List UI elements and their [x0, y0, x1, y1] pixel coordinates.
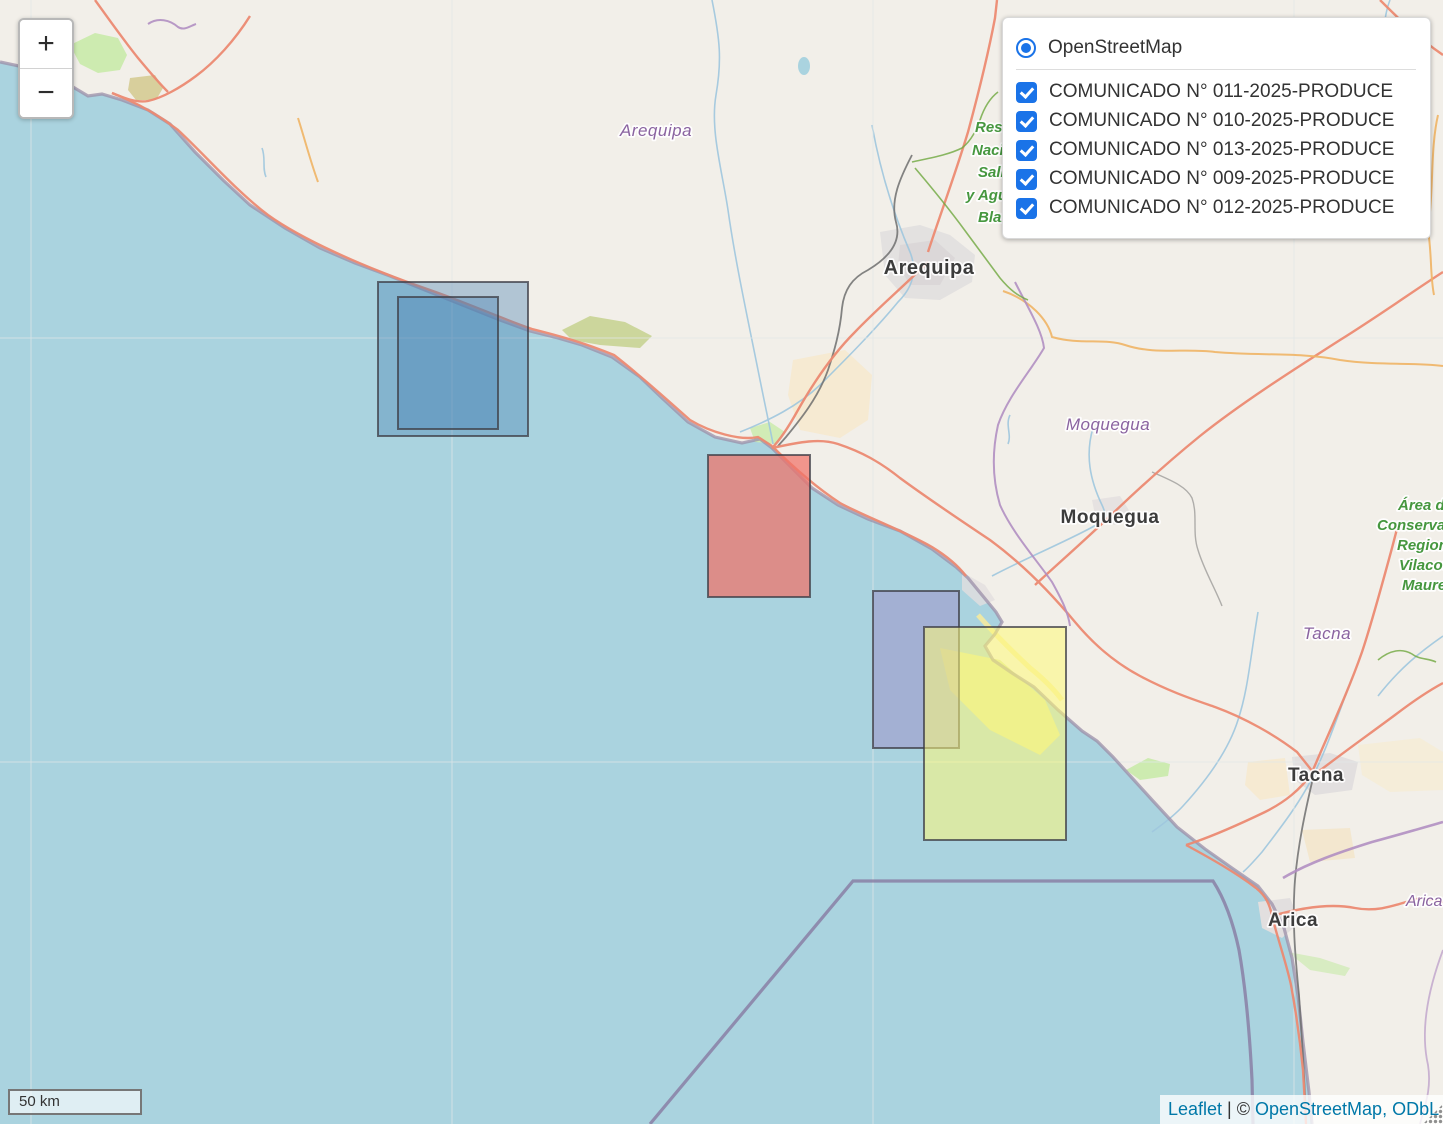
overlay-row-comunicado-010[interactable]: COMUNICADO N° 010-2025-PRODUCE	[1016, 110, 1416, 132]
overlay-label: COMUNICADO N° 010-2025-PRODUCE	[1049, 110, 1394, 132]
zone-rect-red[interactable]	[708, 455, 810, 597]
radio-selected-icon	[1016, 38, 1036, 58]
checkbox-checked-icon	[1016, 82, 1037, 103]
svg-text:Área de: Área de	[1397, 497, 1443, 514]
attribution-separator: |	[1222, 1099, 1237, 1119]
copyright-symbol: ©	[1237, 1099, 1255, 1119]
svg-text:Maure: Maure	[1402, 577, 1443, 594]
overlay-row-comunicado-009[interactable]: COMUNICADO N° 009-2025-PRODUCE	[1016, 168, 1416, 190]
base-layer-row-openstreetmap[interactable]: OpenStreetMap	[1016, 37, 1416, 59]
zoom-out-button[interactable]: −	[20, 69, 72, 117]
leaflet-link[interactable]: Leaflet	[1168, 1099, 1222, 1119]
region-label-arica: Arica	[1405, 893, 1443, 910]
zone-rect-yellow[interactable]	[924, 627, 1066, 840]
overlay-label: COMUNICADO N° 011-2025-PRODUCE	[1049, 81, 1393, 103]
svg-text:Conservación: Conservación	[1377, 517, 1443, 534]
leaflet-map-app: { "controls": { "zoom_in": "+", "zoom_ou…	[0, 0, 1443, 1124]
city-label-arequipa: Arequipa	[884, 257, 975, 279]
zoom-control: + −	[18, 18, 74, 119]
layers-control: OpenStreetMap COMUNICADO N° 011-2025-PRO…	[1002, 17, 1431, 239]
overlay-label: COMUNICADO N° 009-2025-PRODUCE	[1049, 168, 1394, 190]
overlay-row-comunicado-012[interactable]: COMUNICADO N° 012-2025-PRODUCE	[1016, 197, 1416, 219]
overlay-label: COMUNICADO N° 012-2025-PRODUCE	[1049, 197, 1394, 219]
region-label-moquegua: Moquegua	[1066, 415, 1150, 434]
region-label-tacna: Tacna	[1303, 624, 1351, 643]
region-label-arequipa: Arequipa	[619, 121, 692, 140]
checkbox-checked-icon	[1016, 140, 1037, 161]
odbl-link[interactable]: , ODbL	[1382, 1099, 1439, 1119]
zoom-in-button[interactable]: +	[20, 20, 72, 69]
svg-text:Regional: Regional	[1397, 537, 1443, 554]
city-label-arica: Arica	[1268, 910, 1318, 931]
checkbox-checked-icon	[1016, 111, 1037, 132]
overlay-row-comunicado-011[interactable]: COMUNICADO N° 011-2025-PRODUCE	[1016, 81, 1416, 103]
scale-bar: 50 km	[8, 1089, 142, 1115]
overlay-row-comunicado-013[interactable]: COMUNICADO N° 013-2025-PRODUCE	[1016, 139, 1416, 161]
base-layer-label: OpenStreetMap	[1048, 37, 1182, 59]
svg-text:Vilacota: Vilacota	[1399, 557, 1443, 574]
city-label-tacna: Tacna	[1288, 765, 1344, 786]
city-label-moquegua: Moquegua	[1061, 507, 1160, 528]
checkbox-checked-icon	[1016, 169, 1037, 190]
layers-separator	[1016, 69, 1416, 70]
overlay-label: COMUNICADO N° 013-2025-PRODUCE	[1049, 139, 1394, 161]
zone-rect-blue-inner[interactable]	[398, 297, 498, 429]
attribution-bar: Leaflet | © OpenStreetMap, ODbL	[1160, 1095, 1443, 1124]
openstreetmap-link[interactable]: OpenStreetMap	[1255, 1099, 1382, 1119]
checkbox-checked-icon	[1016, 198, 1037, 219]
